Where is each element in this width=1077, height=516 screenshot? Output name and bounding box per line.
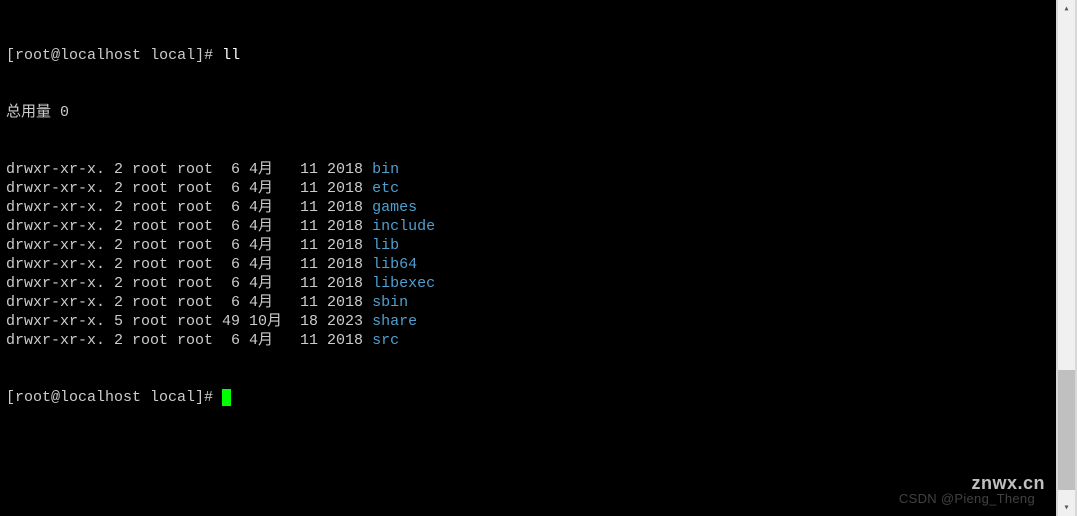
listing-row: drwxr-xr-x. 2 root root 6 4月 11 2018 inc… [6,217,1050,236]
scroll-up-button[interactable]: ▴ [1058,0,1075,17]
directory-name: lib64 [372,256,417,273]
prompt-line-2: [root@localhost local]# [6,388,1050,407]
terminal-window[interactable]: [root@localhost local]# ll 总用量 0 drwxr-x… [0,0,1056,516]
listing-row: drwxr-xr-x. 5 root root 49 10月 18 2023 s… [6,312,1050,331]
directory-name: etc [372,180,399,197]
directory-name: games [372,199,417,216]
prompt-at: @ [51,47,60,64]
listing-row: drwxr-xr-x. 2 root root 6 4月 11 2018 sbi… [6,293,1050,312]
prompt2-text: [root@localhost local]# [6,389,222,406]
listing-row: drwxr-xr-x. 2 root root 6 4月 11 2018 lib… [6,255,1050,274]
directory-name: bin [372,161,399,178]
directory-name: include [372,218,435,235]
total-line: 总用量 0 [6,103,1050,122]
directory-name: sbin [372,294,408,311]
listing-meta: drwxr-xr-x. 2 root root 6 4月 11 2018 [6,332,372,349]
scroll-down-button[interactable]: ▾ [1058,499,1075,516]
watermark-csdn: CSDN @Pieng_Theng [899,491,1035,506]
listing-meta: drwxr-xr-x. 2 root root 6 4月 11 2018 [6,180,372,197]
prompt-cwd: local [150,47,195,64]
listing-meta: drwxr-xr-x. 2 root root 6 4月 11 2018 [6,294,372,311]
listing-row: drwxr-xr-x. 2 root root 6 4月 11 2018 lib… [6,274,1050,293]
outer-scrollbar-track[interactable]: ▴ ▾ [1056,0,1077,516]
directory-name: libexec [372,275,435,292]
listing-row: drwxr-xr-x. 2 root root 6 4月 11 2018 src [6,331,1050,350]
directory-name: share [372,313,417,330]
listing-meta: drwxr-xr-x. 5 root root 49 10月 18 2023 [6,313,372,330]
directory-name: lib [372,237,399,254]
listing-row: drwxr-xr-x. 2 root root 6 4月 11 2018 gam… [6,198,1050,217]
listing-meta: drwxr-xr-x. 2 root root 6 4月 11 2018 [6,256,372,273]
prompt-user: root [15,47,51,64]
listing-row: drwxr-xr-x. 2 root root 6 4月 11 2018 etc [6,179,1050,198]
prompt-open: [ [6,47,15,64]
command-text: ll [222,47,240,64]
listing-row: drwxr-xr-x. 2 root root 6 4月 11 2018 bin [6,160,1050,179]
prompt-close: ] [195,47,204,64]
listing-meta: drwxr-xr-x. 2 root root 6 4月 11 2018 [6,161,372,178]
prompt-line-1: [root@localhost local]# ll [6,46,1050,65]
listing-meta: drwxr-xr-x. 2 root root 6 4月 11 2018 [6,199,372,216]
listing-meta: drwxr-xr-x. 2 root root 6 4月 11 2018 [6,237,372,254]
scrollbar-thumb[interactable] [1058,370,1075,490]
directory-name: src [372,332,399,349]
listing-meta: drwxr-xr-x. 2 root root 6 4月 11 2018 [6,218,372,235]
prompt-symbol: # [204,47,213,64]
listing-row: drwxr-xr-x. 2 root root 6 4月 11 2018 lib [6,236,1050,255]
listing-meta: drwxr-xr-x. 2 root root 6 4月 11 2018 [6,275,372,292]
file-listing: drwxr-xr-x. 2 root root 6 4月 11 2018 bin… [6,160,1050,350]
prompt-host: localhost [60,47,141,64]
cursor [222,389,231,406]
